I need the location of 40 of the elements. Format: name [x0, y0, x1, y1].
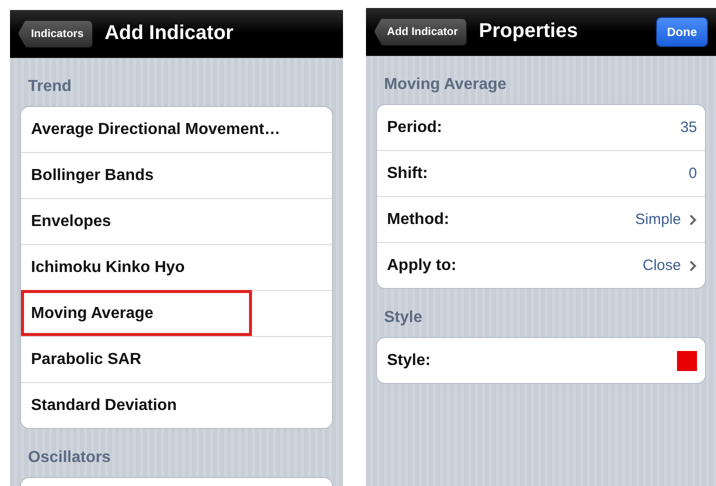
chevron-icon [689, 214, 697, 226]
item-label: Method: [387, 210, 450, 228]
list-item[interactable]: Envelopes [21, 198, 332, 244]
list-item[interactable]: Apply to: Close [377, 242, 705, 288]
list-item[interactable]: Ichimoku Kinko Hyo [21, 244, 332, 290]
item-value: 0 [688, 165, 697, 182]
chevron-icon [689, 260, 697, 272]
list-item[interactable]: Shift: 0 [377, 150, 705, 196]
item-label: Standard Deviation [31, 396, 177, 414]
section-header: Moving Average [383, 75, 508, 95]
section-header: Oscillators [27, 448, 112, 468]
item-label: Bollinger Bands [31, 166, 154, 184]
list-item[interactable]: Parabolic SAR [21, 336, 332, 382]
list-item[interactable]: Moving Average [21, 290, 332, 336]
list-item[interactable]: Average Directional Movement… [21, 107, 332, 152]
list-item[interactable]: Bollinger Bands [21, 152, 332, 198]
screen-title: Add Indicator [104, 22, 234, 45]
done-button[interactable]: Done [656, 16, 708, 46]
item-label: Shift: [387, 164, 428, 182]
back-button[interactable]: Indicators [18, 20, 93, 48]
item-label: Ichimoku Kinko Hyo [31, 258, 185, 276]
item-value: 35 [680, 119, 697, 136]
item-value: Close [642, 257, 681, 274]
item-value: Simple [635, 211, 681, 228]
list-item[interactable]: Standard Deviation [21, 382, 332, 428]
list-item[interactable]: Method: Simple [377, 196, 705, 242]
color-swatch[interactable] [677, 350, 697, 370]
item-label: Average Directional Movement… [31, 120, 280, 138]
item-label: Envelopes [31, 212, 112, 230]
item-label: Apply to: [387, 256, 456, 274]
item-label: Style: [387, 352, 431, 370]
back-button[interactable]: Add Indicator [374, 18, 467, 46]
list-item[interactable]: Period: 35 [377, 105, 705, 150]
section-header: Style [383, 308, 424, 328]
list-item[interactable]: Style: [377, 338, 705, 383]
section-header: Trend [27, 77, 73, 97]
screen-title: Properties [478, 20, 578, 43]
item-label: Moving Average [31, 304, 154, 322]
item-label: Period: [387, 118, 442, 136]
item-label: Parabolic SAR [31, 350, 142, 368]
